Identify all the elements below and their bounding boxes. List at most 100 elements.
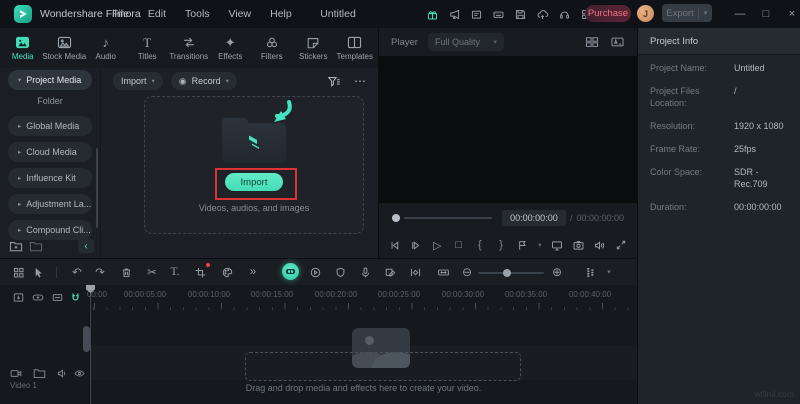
track-mute-icon[interactable]: [54, 365, 70, 381]
filter-funnel-icon[interactable]: [327, 75, 341, 88]
tab-effects[interactable]: ✦ Effects: [210, 28, 252, 68]
ruler-timestamp: 00:00:30:00: [442, 290, 484, 299]
play-button[interactable]: ▷: [430, 237, 445, 253]
feedback-icon[interactable]: [465, 4, 487, 24]
select-cursor-icon[interactable]: [30, 264, 46, 280]
tab-filters[interactable]: Filters: [251, 28, 293, 68]
sidebar-item-project-media[interactable]: ▾ Project Media: [8, 70, 92, 90]
minimize-button[interactable]: —: [730, 0, 750, 28]
delete-icon[interactable]: [118, 264, 134, 280]
mark-out-button[interactable]: }: [493, 237, 508, 253]
menu-edit[interactable]: Edit: [148, 8, 166, 20]
video-preview[interactable]: [379, 56, 637, 203]
track-manager-caret-icon[interactable]: ▾: [601, 264, 617, 280]
timeline: 00:00 00:00:05:00 00:00:10:00 00:00:15:0…: [0, 285, 637, 404]
maximize-button[interactable]: □: [756, 0, 776, 28]
info-value: 00:00:00:00: [734, 201, 782, 213]
tab-templates[interactable]: Templates: [334, 28, 376, 68]
cloud-upload-icon[interactable]: [531, 4, 553, 24]
keyframe-icon[interactable]: [407, 264, 423, 280]
media-dropzone[interactable]: Import Videos, audios, and images: [144, 96, 364, 234]
scrub-handle[interactable]: [392, 214, 400, 222]
headset-support-icon[interactable]: [553, 4, 575, 24]
new-folder-icon[interactable]: [6, 240, 26, 252]
previous-frame-button[interactable]: [387, 237, 402, 253]
fullscreen-button[interactable]: [614, 237, 629, 253]
tab-transitions[interactable]: Transitions: [168, 28, 210, 68]
current-timecode[interactable]: 00:00:00:00: [502, 210, 566, 226]
purchase-button[interactable]: Purchase: [585, 5, 631, 22]
zoom-out-icon[interactable]: ⊖: [459, 264, 475, 280]
sidebar-scrollbar[interactable]: [96, 148, 98, 228]
media-browser-grid-icon[interactable]: [10, 264, 26, 280]
keyboard-icon[interactable]: [487, 4, 509, 24]
text-tool-icon[interactable]: T.: [167, 264, 183, 280]
undo-icon[interactable]: ↶: [69, 264, 85, 280]
quality-dropdown[interactable]: Full Quality ▾: [428, 33, 504, 51]
stop-button[interactable]: □: [451, 237, 466, 253]
more-options-icon[interactable]: ⋯: [354, 74, 366, 88]
menu-file[interactable]: File: [112, 8, 129, 20]
export-button[interactable]: Export ▾: [662, 4, 712, 22]
more-tools-icon[interactable]: »: [245, 264, 261, 280]
menu-help[interactable]: Help: [270, 8, 292, 20]
record-dot-icon: ◉: [179, 77, 187, 86]
voiceover-mic-icon[interactable]: [357, 264, 373, 280]
scrub-track[interactable]: [404, 217, 492, 219]
color-palette-icon[interactable]: [219, 264, 235, 280]
track-folder-icon[interactable]: [31, 365, 47, 381]
render-preview-icon[interactable]: [307, 264, 323, 280]
track-visibility-icon[interactable]: [71, 365, 87, 381]
video-track-icon[interactable]: [8, 365, 24, 381]
megaphone-icon[interactable]: [443, 4, 465, 24]
shield-icon[interactable]: [332, 264, 348, 280]
magnet-icon[interactable]: [67, 289, 83, 305]
volume-button[interactable]: [592, 237, 607, 253]
sidebar-item-adjustment-layer[interactable]: ▸ Adjustment La...: [8, 194, 92, 214]
marker-caret-icon[interactable]: ▾: [536, 237, 544, 253]
export-frame-icon[interactable]: [49, 289, 65, 305]
menu-tools[interactable]: Tools: [185, 8, 210, 20]
timeline-dropzone[interactable]: [245, 352, 521, 381]
ruler-minor-ticks[interactable]: [90, 307, 637, 310]
mark-in-button[interactable]: {: [472, 237, 487, 253]
redo-icon[interactable]: ↷: [92, 264, 108, 280]
tab-stock-media[interactable]: Stock Media: [44, 28, 86, 68]
avatar[interactable]: J: [637, 5, 654, 22]
track-manager-icon[interactable]: [582, 264, 598, 280]
snapshot-camera-button[interactable]: [571, 237, 586, 253]
display-device-button[interactable]: [550, 237, 565, 253]
insert-clip-icon[interactable]: [10, 289, 26, 305]
marker-button[interactable]: [515, 237, 530, 253]
collapse-sidebar-button[interactable]: ‹: [78, 239, 94, 253]
ab-compare-icon[interactable]: [610, 36, 625, 48]
import-dropdown[interactable]: Import ▾: [113, 72, 163, 90]
sidebar-item-cloud-media[interactable]: ▸ Cloud Media: [8, 142, 92, 162]
zoom-in-icon[interactable]: ⊕: [549, 264, 565, 280]
chevron-down-icon[interactable]: ▾: [699, 9, 712, 17]
tab-media[interactable]: Media: [2, 28, 44, 68]
fit-timeline-icon[interactable]: [435, 264, 451, 280]
record-dropdown[interactable]: ◉ Record ▾: [171, 72, 237, 90]
quick-add-icon[interactable]: [30, 289, 46, 305]
tab-audio[interactable]: ♪ Audio: [85, 28, 127, 68]
next-frame-button[interactable]: [408, 237, 423, 253]
tab-titles[interactable]: T Titles: [127, 28, 169, 68]
crop-icon[interactable]: [192, 264, 208, 280]
multi-view-icon[interactable]: [585, 36, 599, 48]
zoom-slider-handle[interactable]: [503, 269, 511, 277]
save-icon[interactable]: [509, 4, 531, 24]
timeline-scrollbar-thumb[interactable]: [83, 326, 90, 352]
sidebar-item-influence-kit[interactable]: ▸ Influence Kit: [8, 168, 92, 188]
folder-icon[interactable]: [26, 240, 46, 252]
close-button[interactable]: ×: [782, 0, 800, 28]
edit-clip-icon[interactable]: [382, 264, 398, 280]
gift-icon[interactable]: [421, 4, 443, 24]
zoom-slider-track[interactable]: [478, 272, 544, 274]
stickers-icon: [306, 35, 320, 49]
sidebar-item-global-media[interactable]: ▸ Global Media: [8, 116, 92, 136]
menu-view[interactable]: View: [229, 8, 252, 20]
ai-copilot-icon[interactable]: [282, 263, 299, 280]
tab-stickers[interactable]: Stickers: [293, 28, 335, 68]
split-scissors-icon[interactable]: ✂: [144, 264, 160, 280]
